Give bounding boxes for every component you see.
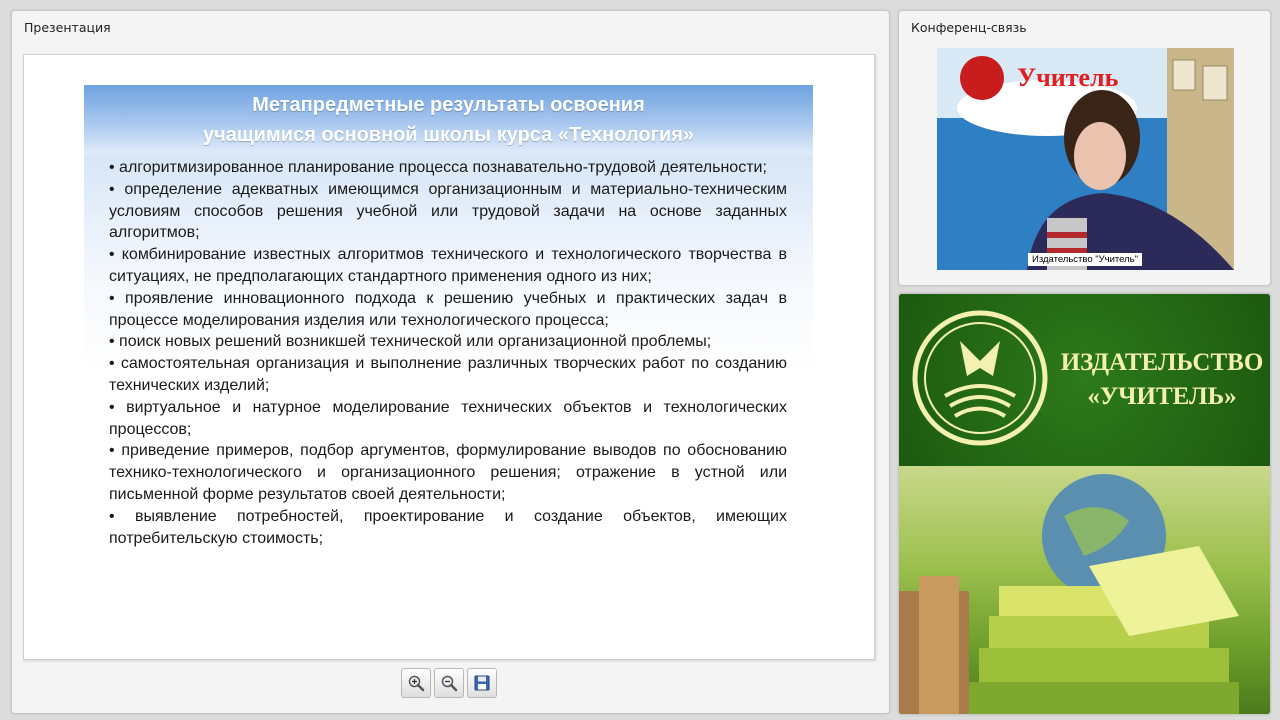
zoom-out-icon — [441, 675, 458, 692]
slide-bullet: • комбинирование известных алгоритмов те… — [109, 246, 787, 285]
zoom-out-button[interactable] — [434, 668, 464, 698]
save-button[interactable] — [467, 668, 497, 698]
svg-text:Учитель: Учитель — [1017, 63, 1119, 92]
webcam-video[interactable]: Учитель Издательство "Учитель" — [937, 48, 1234, 270]
conference-panel-title: Конференц-связь — [911, 20, 1027, 35]
webcam-image: Учитель — [937, 48, 1234, 270]
slide-bullet: • алгоритмизированное планирование проце… — [109, 159, 767, 176]
slide-title-line-2: учащимися основной школы курса «Технолог… — [202, 124, 695, 146]
slide-bullet: • самостоятельная организация и выполнен… — [109, 355, 787, 394]
zoom-in-button[interactable] — [401, 668, 431, 698]
slide-bullet: • выявление потребностей, проектирование… — [109, 507, 787, 547]
slide-bullet: • приведение примеров, подбор аргументов… — [109, 442, 787, 503]
presentation-panel: Презентация Метапредметные результаты ос… — [11, 10, 890, 714]
slide-bullet: • проявление инновационного подхода к ре… — [109, 289, 787, 329]
save-icon — [474, 675, 490, 691]
books-globe-illustration — [899, 474, 1239, 714]
presentation-panel-title: Презентация — [24, 20, 111, 35]
publisher-name: ИЗДАТЕЛЬСТВО «УЧИТЕЛЬ» — [1057, 346, 1267, 414]
slide-title-line-1: Метапредметные результаты освоения — [252, 94, 645, 116]
publisher-name-line-2: «УЧИТЕЛЬ» — [1087, 383, 1237, 410]
slide-bullet-list: • алгоритмизированное планирование проце… — [109, 157, 787, 549]
banner-books-image — [899, 466, 1270, 714]
presentation-toolbar — [401, 668, 497, 698]
conference-panel: Конференц-связь Учитель Издательство "Уч… — [898, 10, 1271, 286]
slide-bullet: • виртуальное и натурное моделирование т… — [109, 398, 787, 438]
publisher-logo-icon — [912, 310, 1048, 446]
slide-header: Метапредметные результаты освоения учащи… — [84, 85, 813, 155]
banner-top: ИЗДАТЕЛЬСТВО «УЧИТЕЛЬ» — [899, 294, 1270, 466]
zoom-in-icon — [408, 675, 425, 692]
slide-bullet: • поиск новых решений возникшей техничес… — [109, 333, 712, 351]
publisher-banner: ИЗДАТЕЛЬСТВО «УЧИТЕЛЬ» — [898, 293, 1271, 715]
slide: Метапредметные результаты освоения учащи… — [23, 54, 875, 660]
video-caption: Издательство "Учитель" — [1027, 253, 1142, 266]
slide-bullet: • определение адекватных имеющимся орган… — [109, 180, 787, 242]
slide-body: • алгоритмизированное планирование проце… — [84, 155, 813, 635]
publisher-name-line-1: ИЗДАТЕЛЬСТВО — [1060, 349, 1264, 376]
